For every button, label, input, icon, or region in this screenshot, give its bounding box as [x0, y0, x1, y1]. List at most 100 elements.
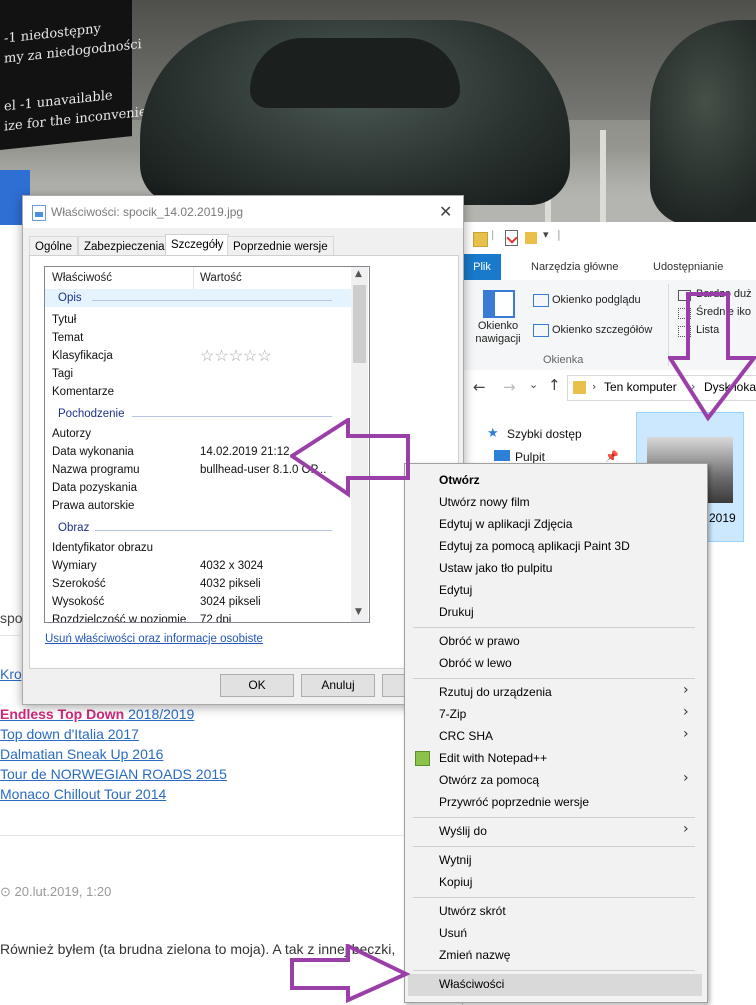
- property-value[interactable]: 14.02.2019 21:12: [200, 446, 290, 458]
- scrollbar-thumb[interactable]: [353, 285, 366, 363]
- menu-item-rotate-right[interactable]: Obróć w prawo: [439, 634, 520, 648]
- property-value[interactable]: 72 dpi: [200, 614, 231, 622]
- folder-icon: [573, 381, 586, 394]
- group-line: [95, 530, 332, 531]
- property-name[interactable]: Data wykonania: [52, 446, 134, 458]
- menu-item-rename[interactable]: Zmień nazwę: [439, 948, 510, 962]
- menu-item-delete[interactable]: Usuń: [439, 926, 467, 940]
- group-opis[interactable]: Opis: [58, 292, 82, 304]
- chevron-right-icon: ›: [683, 770, 689, 786]
- menu-item-rotate-left[interactable]: Obróć w lewo: [439, 656, 512, 670]
- group-obraz[interactable]: Obraz: [58, 522, 89, 534]
- chevron-down-icon[interactable]: ⌄: [529, 378, 538, 391]
- properties-icon[interactable]: [505, 230, 518, 246]
- property-name[interactable]: Szerokość: [52, 578, 106, 590]
- chevron-down-icon[interactable]: ▾: [543, 228, 549, 241]
- menu-item-copy[interactable]: Kopiuj: [439, 875, 472, 889]
- nav-quick-access[interactable]: Szybki dostęp: [507, 427, 582, 441]
- menu-item-print[interactable]: Drukuj: [439, 605, 474, 619]
- menu-item-create-video[interactable]: Utwórz nowy film: [439, 495, 530, 509]
- property-name[interactable]: Nazwa programu: [52, 464, 140, 476]
- property-name[interactable]: Tytuł: [52, 314, 76, 326]
- property-name[interactable]: Prawa autorskie: [52, 500, 134, 512]
- menu-item-open[interactable]: Otwórz: [439, 473, 480, 487]
- floor-line: [600, 130, 606, 225]
- post-time-text: 20.lut.2019, 1:20: [14, 884, 112, 899]
- nav-desktop[interactable]: Pulpit: [515, 450, 545, 464]
- property-name[interactable]: Tagi: [52, 368, 73, 380]
- column-header-property[interactable]: Właściwość: [52, 267, 192, 289]
- menu-item-7zip[interactable]: 7-Zip: [439, 707, 466, 721]
- forum-link-monaco[interactable]: Monaco Chillout Tour 2014: [0, 786, 166, 802]
- divider: [0, 635, 20, 636]
- notepad-plus-plus-icon: [415, 751, 430, 766]
- tab-szczegoly[interactable]: Szczegóły: [165, 234, 230, 257]
- breadcrumb-computer[interactable]: Ten komputer: [604, 380, 677, 394]
- preview-pane-icon: [533, 294, 549, 307]
- property-value[interactable]: 3024 pikseli: [200, 596, 261, 608]
- property-name[interactable]: Autorzy: [52, 428, 91, 440]
- post-time: ⊙ 20.lut.2019, 1:20: [0, 884, 111, 900]
- menu-item-set-background[interactable]: Ustaw jako tło pulpitu: [439, 561, 552, 575]
- forum-link-endless[interactable]: Endless Top Down 2018/2019: [0, 706, 194, 722]
- group-pochodzenie[interactable]: Pochodzenie: [58, 408, 125, 420]
- chevron-right-icon: ›: [683, 726, 689, 742]
- forum-link-italia[interactable]: Top down d'Italia 2017: [0, 726, 139, 742]
- truncated-text: spo: [0, 610, 23, 626]
- property-name[interactable]: Klasyfikacja: [52, 350, 113, 362]
- details-pane-button[interactable]: Okienko szczegółów: [552, 324, 652, 336]
- property-value[interactable]: 4032 x 3024: [200, 560, 263, 572]
- property-name[interactable]: Temat: [52, 332, 83, 344]
- cancel-button[interactable]: Anuluj: [301, 674, 375, 697]
- property-name[interactable]: Wysokość: [52, 596, 104, 608]
- tab-udostepnianie[interactable]: Udostępnianie: [645, 254, 731, 280]
- menu-item-create-shortcut[interactable]: Utwórz skrót: [439, 904, 506, 918]
- forum-link-norwegian[interactable]: Tour de NORWEGIAN ROADS 2015: [0, 766, 227, 782]
- group-line: [92, 300, 332, 301]
- navigation-pane-icon[interactable]: [483, 290, 515, 318]
- menu-item-open-with[interactable]: Otwórz za pomocą: [439, 773, 539, 787]
- pin-icon[interactable]: 📌: [605, 450, 619, 463]
- property-name[interactable]: Rozdzielczość w poziomie: [52, 614, 186, 622]
- property-name[interactable]: Identyfikator obrazu: [52, 542, 153, 554]
- scroll-down-icon[interactable]: ▼: [355, 607, 362, 617]
- green-car: [140, 20, 570, 205]
- property-name[interactable]: Komentarze: [52, 386, 114, 398]
- tab-zabezpieczenia[interactable]: Zabezpieczenia: [78, 236, 171, 257]
- rating-stars[interactable]: ☆☆☆☆☆: [200, 346, 272, 366]
- folder-icon[interactable]: [473, 232, 488, 247]
- menu-item-edit-paint3d[interactable]: Edytuj za pomocą aplikacji Paint 3D: [439, 539, 630, 553]
- menu-item-cut[interactable]: Wytnij: [439, 853, 472, 867]
- new-folder-icon[interactable]: [525, 232, 537, 244]
- annotation-arrow-down: [668, 292, 756, 422]
- tab-ogolne[interactable]: Ogólne: [29, 236, 79, 257]
- up-arrow-icon[interactable]: ↑: [548, 376, 561, 394]
- menu-item-notepad[interactable]: Edit with Notepad++: [439, 751, 547, 765]
- property-value[interactable]: 4032 pikseli: [200, 578, 261, 590]
- property-name[interactable]: Wymiary: [52, 560, 97, 572]
- menu-item-properties[interactable]: Właściwości: [439, 977, 504, 991]
- tab-poprzednie-wersje[interactable]: Poprzednie wersje: [227, 236, 334, 257]
- notice-sign: -1 niedostępny my za niedogodności el -1…: [0, 0, 170, 151]
- property-name[interactable]: Data pozyskania: [52, 482, 137, 494]
- remove-properties-link[interactable]: Usuń właściwości oraz informacje osobist…: [45, 633, 263, 645]
- tab-narzedzia-glowne[interactable]: Narzędzia główne: [523, 254, 626, 280]
- preview-pane-button[interactable]: Okienko podglądu: [552, 294, 641, 306]
- tab-plik[interactable]: Plik: [463, 254, 501, 280]
- menu-item-crc-sha[interactable]: CRC SHA: [439, 729, 493, 743]
- column-header-value[interactable]: Wartość: [200, 267, 242, 289]
- close-icon[interactable]: ✕: [439, 202, 452, 221]
- back-arrow-icon[interactable]: ←: [473, 378, 486, 396]
- menu-separator: [413, 970, 695, 971]
- forum-link-dalmatian[interactable]: Dalmatian Sneak Up 2016: [0, 746, 163, 762]
- desktop-icon: [494, 450, 510, 461]
- navigation-pane-button[interactable]: Okienko nawigacji: [475, 320, 521, 346]
- forward-arrow-icon[interactable]: →: [503, 378, 516, 396]
- menu-item-send-to[interactable]: Wyślij do: [439, 824, 487, 838]
- menu-item-edit-photos[interactable]: Edytuj w aplikacji Zdjęcia: [439, 517, 572, 531]
- menu-item-edit[interactable]: Edytuj: [439, 583, 472, 597]
- menu-item-restore-versions[interactable]: Przywróć poprzednie wersje: [439, 795, 589, 809]
- ok-button[interactable]: OK: [220, 674, 294, 697]
- menu-item-cast[interactable]: Rzutuj do urządzenia: [439, 685, 552, 699]
- scroll-up-icon[interactable]: ▲: [355, 269, 362, 279]
